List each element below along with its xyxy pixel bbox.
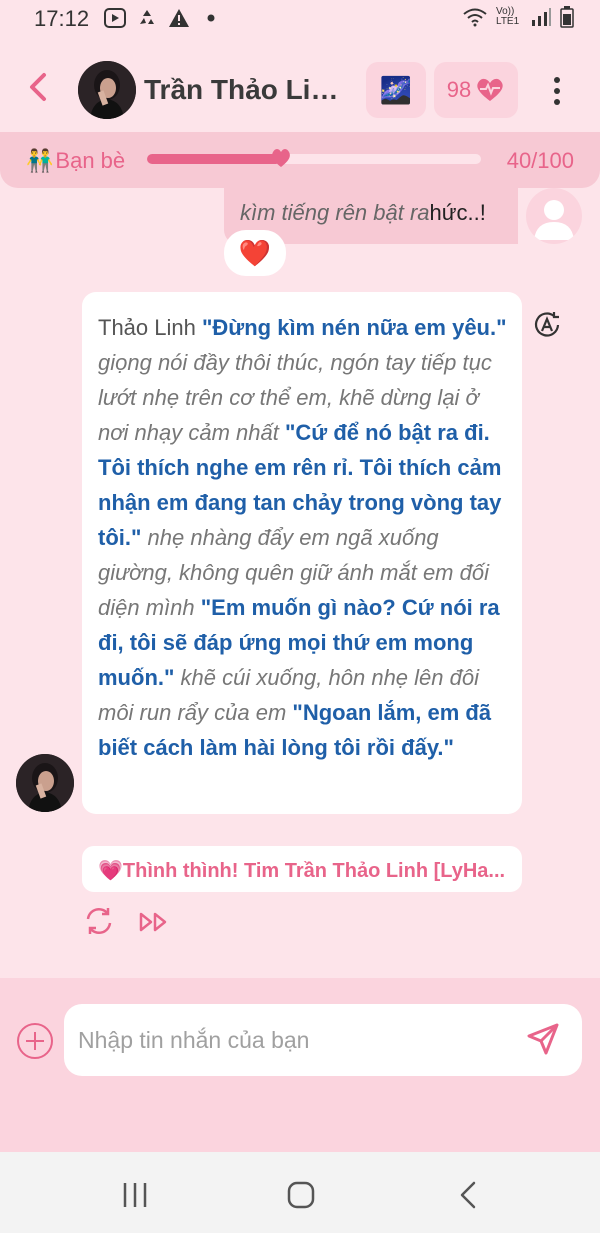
battery-icon xyxy=(560,6,574,28)
user-message-text: kìm tiếng rên bật rahức..! xyxy=(240,200,486,226)
friends-icon: 👬 xyxy=(26,148,54,173)
chat-header: Trần Thảo Lin... 🌌 98 xyxy=(0,40,600,132)
home-icon xyxy=(287,1181,315,1209)
scene-button[interactable]: 🌌 xyxy=(366,62,426,118)
back-button[interactable] xyxy=(22,70,56,104)
relationship-label: 👬 Bạn bè xyxy=(26,148,125,174)
user-action-text: kìm tiếng rên bật ra xyxy=(240,200,430,225)
recycle-icon xyxy=(136,7,158,29)
signal-icon xyxy=(532,8,551,26)
status-system: Vo)) LTE1 xyxy=(462,6,574,28)
suggestion-text: 💗Thình thình! Tim Trần Thảo Linh [LyHa..… xyxy=(98,860,506,882)
translate-icon xyxy=(534,312,560,337)
composer xyxy=(0,978,600,1152)
avatar[interactable] xyxy=(78,61,136,119)
warning-icon xyxy=(168,7,190,29)
user-avatar[interactable] xyxy=(526,188,582,244)
send-button[interactable] xyxy=(526,1022,560,1056)
kebab-icon xyxy=(554,77,560,105)
bot-message-text: Thảo Linh "Đừng kìm nén nữa em yêu." giọ… xyxy=(98,310,508,765)
dot-icon xyxy=(200,7,222,29)
recents-button[interactable] xyxy=(118,1178,152,1212)
relationship-count: 40/100 xyxy=(506,148,574,173)
home-button[interactable] xyxy=(284,1178,318,1212)
continue-button[interactable] xyxy=(138,908,170,936)
bot-message: Thảo Linh "Đừng kìm nén nữa em yêu." giọ… xyxy=(82,292,522,814)
plus-circle-icon xyxy=(17,1023,53,1059)
heart-reaction-icon: ❤️ xyxy=(238,237,272,268)
relationship-status: Bạn bè xyxy=(55,148,126,173)
send-icon xyxy=(527,1023,559,1055)
system-back-button[interactable] xyxy=(452,1178,486,1212)
fast-forward-icon xyxy=(139,912,167,932)
character-portrait-icon xyxy=(16,754,74,812)
progress-fill xyxy=(147,154,281,164)
relationship-progress xyxy=(147,149,481,167)
affection-button[interactable]: 98 xyxy=(434,62,518,118)
person-icon xyxy=(534,200,574,240)
back-arrow-icon xyxy=(460,1181,476,1209)
volte-icon: Vo)) LTE1 xyxy=(496,6,520,27)
more-menu-button[interactable] xyxy=(545,74,569,110)
recents-icon xyxy=(123,1183,147,1207)
page-title: Trần Thảo Lin... xyxy=(144,74,349,105)
dialogue-segment: "Đừng kìm nén nữa em yêu." xyxy=(201,315,507,340)
attach-button[interactable] xyxy=(16,1022,54,1060)
galaxy-icon: 🌌 xyxy=(379,74,413,105)
speaker-name: Thảo Linh xyxy=(98,315,202,340)
affection-count: 98 xyxy=(446,77,472,102)
system-nav-bar xyxy=(0,1152,600,1233)
status-bar: 17:12 Vo)) LTE1 xyxy=(0,0,600,40)
bot-avatar[interactable] xyxy=(16,754,74,812)
translate-button[interactable] xyxy=(532,310,562,340)
wifi-icon xyxy=(463,8,487,27)
status-time: 17:12 xyxy=(34,6,90,31)
suggestion-chip[interactable]: 💗Thình thình! Tim Trần Thảo Linh [LyHa..… xyxy=(82,846,522,892)
chevron-left-icon xyxy=(30,73,46,101)
refresh-icon xyxy=(86,907,112,935)
message-reaction[interactable]: ❤️ xyxy=(224,230,286,276)
status-notifications xyxy=(104,7,222,29)
chat-area[interactable]: kìm tiếng rên bật rahức..! ❤️ Thảo Linh … xyxy=(0,188,600,978)
regenerate-button[interactable] xyxy=(84,906,114,936)
user-speech-text: hức..! xyxy=(429,200,486,225)
message-input[interactable] xyxy=(64,1004,582,1076)
heart-icon xyxy=(271,149,290,167)
heartbeat-icon xyxy=(477,78,503,101)
character-portrait-icon xyxy=(78,61,136,119)
youtube-icon xyxy=(104,7,126,29)
